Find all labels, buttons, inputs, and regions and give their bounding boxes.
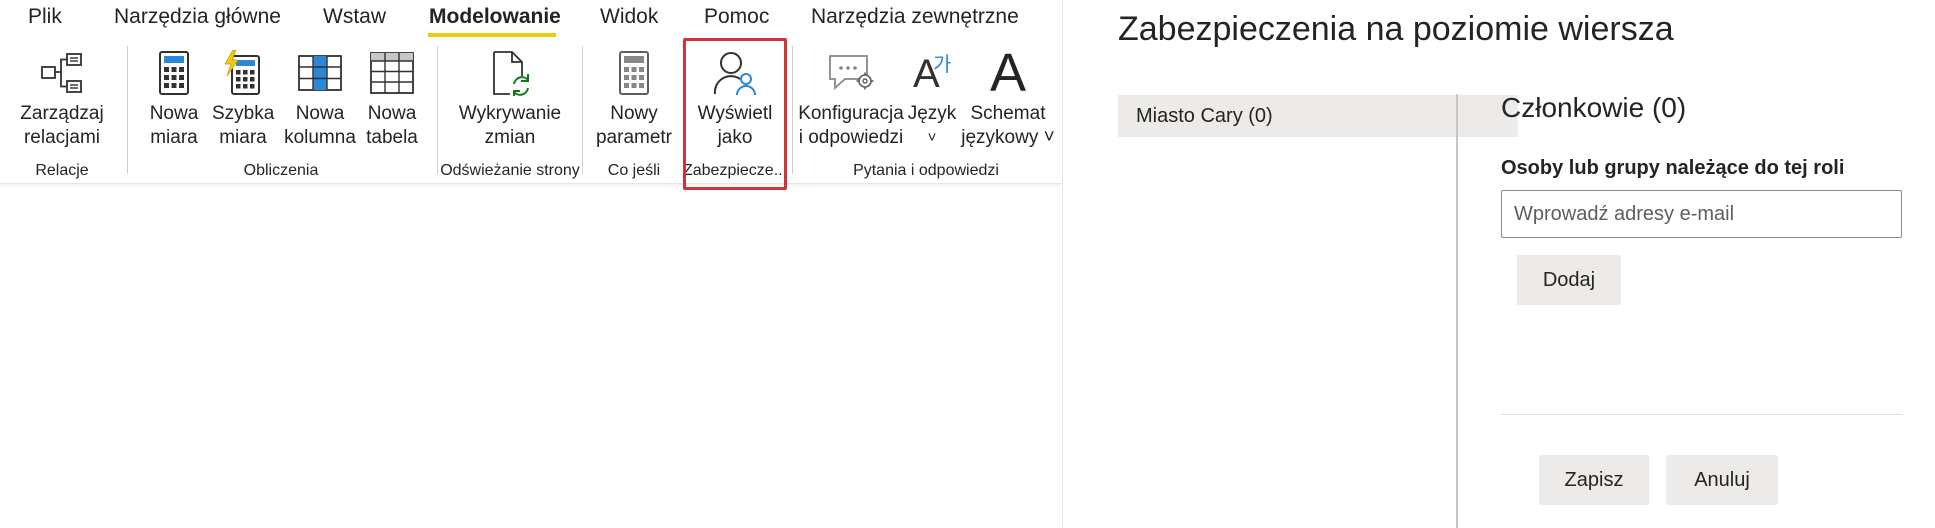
- ribbon-area: Plik Narzędzia główne Wstaw Modelowanie …: [0, 0, 1062, 528]
- ribbon-separator: [127, 46, 128, 174]
- new-table-label-1: Nowa: [367, 103, 417, 124]
- change-detection-label-2: zmian: [484, 127, 536, 148]
- language-glyph: 가: [933, 52, 952, 76]
- tab-widok[interactable]: Widok: [600, 5, 658, 29]
- new-table-label-2: tabela: [366, 127, 418, 148]
- linguistic-schema-glyph: A: [989, 43, 1027, 103]
- view-as-label-2: jako: [717, 127, 753, 148]
- new-measure-label-1: Nowa: [149, 103, 199, 124]
- group-label-pytania-i-odpowiedzi: Pytania i odpowiedzi: [853, 162, 999, 179]
- group-label-obliczenia: Obliczenia: [243, 162, 319, 179]
- new-column-label-2: kolumna: [284, 127, 356, 148]
- qa-setup-button[interactable]: Konfiguracja i odpowiedzi: [796, 38, 906, 156]
- manage-relationships-button[interactable]: Zarządzaj relacjami: [12, 38, 112, 156]
- tab-narzedzia-zewnetrzne[interactable]: Narzędzia zewnętrzne: [811, 5, 1019, 29]
- active-tab-underline: [428, 33, 556, 37]
- panel-divider: [1456, 94, 1458, 528]
- qa-setup-label-2: i odpowiedzi: [798, 127, 904, 148]
- quick-measure-icon: [218, 50, 268, 96]
- manage-relationships-label-1: Zarządzaj: [20, 103, 104, 124]
- manage-relationships-label-2: relacjami: [23, 127, 101, 148]
- parameter-calculator-icon: [609, 50, 659, 96]
- quick-measure-label-1: Szybka: [212, 103, 275, 124]
- role-item[interactable]: Miasto Cary (0): [1118, 95, 1518, 137]
- manage-relationships-icon: [37, 50, 87, 96]
- linguistic-schema-icon: A: [983, 43, 1033, 103]
- ribbon-separator: [792, 46, 793, 174]
- language-icon: A 가: [907, 50, 957, 96]
- language-chevron-down-icon: ˅: [927, 129, 937, 146]
- view-as-button[interactable]: Wyświetl jako: [688, 38, 782, 156]
- roles-list: Miasto Cary (0): [1118, 95, 1518, 137]
- new-parameter-button[interactable]: Nowy parametr: [590, 38, 678, 156]
- footer-divider: [1501, 414, 1903, 415]
- panel-title: Zabezpieczenia na poziomie wiersza: [1118, 10, 1674, 48]
- members-title: Członkowie (0): [1501, 92, 1687, 123]
- ribbon-separator: [582, 46, 583, 174]
- language-label-1: Język: [907, 103, 957, 124]
- new-parameter-label-2: parametr: [595, 127, 673, 148]
- tab-wstaw[interactable]: Wstaw: [323, 5, 386, 29]
- group-label-zabezpieczenia: Zabezpiecze...: [682, 162, 788, 179]
- group-label-co-jesli: Co jeśli: [607, 162, 661, 179]
- qa-setup-label-1: Konfiguracja: [798, 103, 904, 124]
- linguistic-schema-button[interactable]: A Schemat językowy ˅: [958, 38, 1058, 156]
- row-level-security-panel: Zabezpieczenia na poziomie wiersza Miast…: [1062, 0, 1935, 528]
- tab-pomoc[interactable]: Pomoc: [704, 5, 769, 29]
- calculator-icon: [149, 50, 199, 96]
- group-label-odswiezanie-strony: Odświeżanie strony: [440, 162, 580, 179]
- linguistic-schema-label-1: Schemat: [970, 103, 1046, 124]
- new-column-icon: [295, 50, 345, 96]
- new-measure-label-2: miara: [150, 127, 198, 148]
- add-button[interactable]: Dodaj: [1517, 255, 1621, 305]
- linguistic-schema-label-2: językowy ˅: [961, 127, 1055, 148]
- members-subtitle: Osoby lub grupy należące do tej roli: [1501, 157, 1845, 179]
- new-measure-button[interactable]: Nowa miara: [144, 38, 204, 156]
- tab-narzedzia-glowne[interactable]: Narzędzia główne: [114, 5, 281, 29]
- new-parameter-label-1: Nowy: [610, 103, 658, 124]
- qa-setup-icon: [826, 50, 876, 96]
- group-label-relacje: Relacje: [35, 162, 89, 179]
- new-table-button[interactable]: Nowa tabela: [362, 38, 422, 156]
- quick-measure-button[interactable]: Szybka miara: [212, 38, 274, 156]
- new-column-label-1: Nowa: [295, 103, 345, 124]
- language-button[interactable]: A 가 Język ˅: [906, 38, 958, 156]
- ribbon-separator: [437, 46, 438, 174]
- change-detection-label-1: Wykrywanie: [458, 103, 562, 124]
- ribbon-tabs: Plik Narzędzia główne Wstaw Modelowanie …: [0, 0, 1062, 37]
- new-table-icon: [367, 50, 417, 96]
- tab-plik[interactable]: Plik: [28, 5, 62, 29]
- change-detection-icon: [485, 50, 535, 96]
- change-detection-button[interactable]: Wykrywanie zmian: [450, 38, 570, 156]
- cancel-button[interactable]: Anuluj: [1666, 455, 1778, 505]
- view-as-label-1: Wyświetl: [697, 103, 773, 124]
- quick-measure-label-2: miara: [219, 127, 267, 148]
- tab-modelowanie[interactable]: Modelowanie: [429, 5, 561, 29]
- email-input[interactable]: [1501, 190, 1902, 238]
- save-button[interactable]: Zapisz: [1539, 455, 1649, 505]
- new-column-button[interactable]: Nowa kolumna: [278, 38, 362, 156]
- view-as-user-icon: [710, 50, 760, 96]
- ribbon-toolbar: Zarządzaj relacjami Nowa miara Szybka mi…: [0, 38, 1062, 184]
